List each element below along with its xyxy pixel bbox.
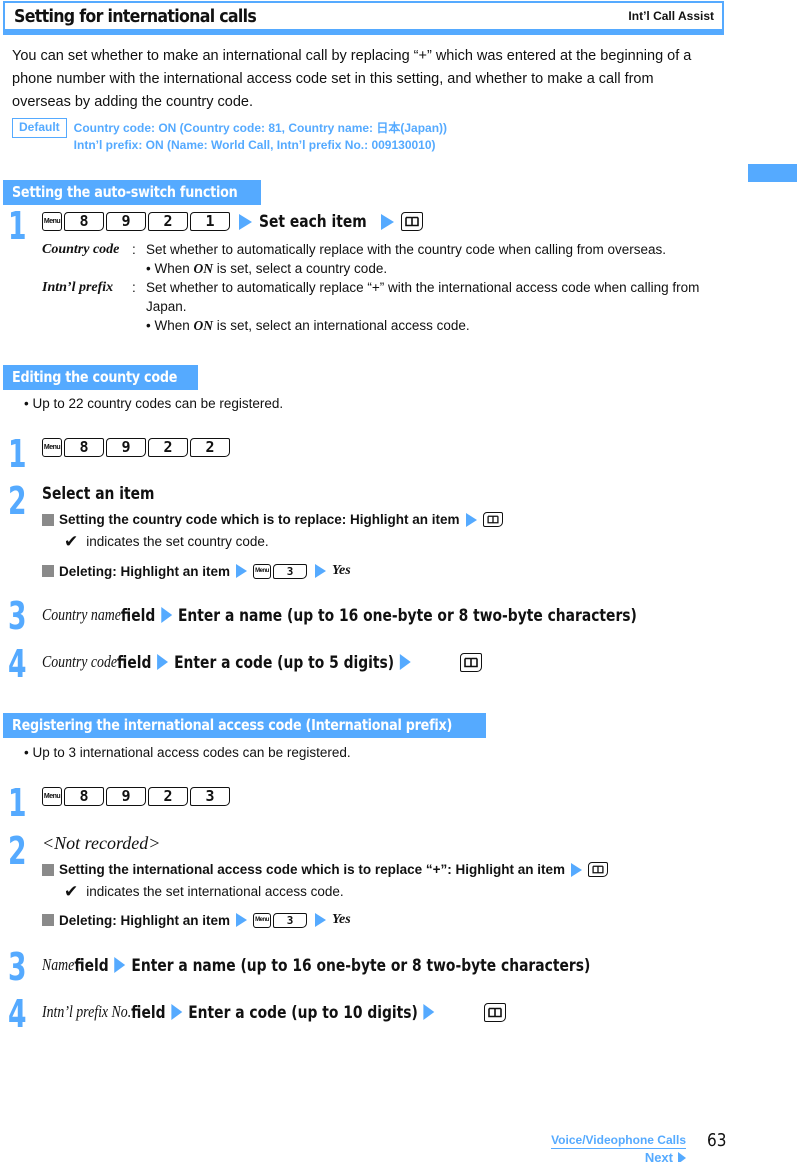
page-header: Setting for international calls Int’l Ca… (3, 1, 724, 35)
setting-item-country-code: Country code : Set whether to automatica… (42, 242, 667, 276)
step-action: Set each item (259, 212, 367, 231)
field-name: Intn’l prefix No. (42, 1002, 132, 1021)
square-bullet-icon (42, 513, 54, 526)
setting-items-list: Country code : Set whether to automatica… (42, 240, 726, 335)
square-bullet-icon (42, 863, 54, 876)
feature-name: Int’l Call Assist (628, 9, 714, 23)
step-number: 4 (8, 992, 27, 1036)
default-intl-prefix: Intn’l prefix: ON (Name: World Call, Int… (73, 138, 436, 152)
step-number: 3 (8, 945, 27, 989)
arrow-right-icon (570, 862, 582, 877)
key-2-icon: 2 (148, 787, 188, 806)
substep-set-country-code: Setting the country code which is to rep… (42, 512, 505, 527)
check-note: ✔ indicates the set country code. (64, 532, 269, 551)
next-page-link[interactable]: Next (645, 1150, 686, 1162)
checkmark-icon: ✔ (64, 882, 79, 901)
substep-delete: Deleting: Highlight an item Menu 3 Yes (42, 912, 351, 928)
book-key-icon (460, 652, 483, 672)
step-3: Country name field Enter a name (up to 16… (42, 605, 637, 625)
book-key-icon (587, 862, 608, 877)
book-key-icon (401, 212, 424, 231)
key-1-icon: 1 (190, 212, 230, 231)
step-number: 1 (8, 781, 27, 825)
step-1-keys: Menu 8 9 2 2 (42, 438, 232, 457)
arrow-right-icon (114, 957, 126, 973)
arrow-right-icon (171, 1004, 183, 1020)
step-4: Intn’l prefix No. field Enter a code (up … (42, 1002, 508, 1022)
key-9-icon: 9 (106, 787, 146, 806)
yes-option: Yes (332, 912, 351, 927)
step-number: 1 (8, 204, 27, 248)
key-2-icon: 2 (148, 212, 188, 231)
arrow-right-icon (239, 213, 252, 230)
menu-key-icon: Menu (253, 563, 271, 579)
key-2-icon: 2 (190, 438, 230, 457)
key-8-icon: 8 (64, 787, 104, 806)
step-title: Select an item (42, 484, 155, 503)
arrow-right-icon (315, 564, 326, 578)
key-3-icon: 3 (273, 563, 307, 579)
field-name: Country name (42, 605, 121, 624)
arrow-right-icon (161, 607, 173, 623)
arrow-right-icon (399, 654, 411, 670)
square-bullet-icon (42, 565, 54, 577)
arrow-right-icon (465, 512, 477, 527)
substep-delete: Deleting: Highlight an item Menu 3 Yes (42, 563, 351, 579)
step-4: Country code field Enter a code (up to 5 … (42, 652, 484, 672)
step-number: 2 (8, 829, 27, 873)
key-9-icon: 9 (106, 212, 146, 231)
check-note: ✔ indicates the set international access… (64, 882, 344, 901)
page-number: 63 (707, 1130, 727, 1151)
section-link[interactable]: Voice/Videophone Calls (551, 1133, 686, 1149)
arrow-right-icon (381, 213, 395, 230)
note: • Up to 22 country codes can be register… (24, 396, 284, 411)
step-number: 3 (8, 594, 27, 638)
setting-item-intl-prefix: Intn’l prefix : Set whether to automatic… (42, 280, 700, 333)
field-name: Country code (42, 652, 118, 671)
menu-key-icon: Menu (42, 438, 62, 457)
triangle-right-icon (678, 1151, 686, 1162)
arrow-right-icon (157, 654, 169, 670)
substep-set-intl-prefix: Setting the international access code wh… (42, 862, 610, 877)
step-1-keys: Menu 8 9 2 3 (42, 787, 232, 806)
step-number: 1 (8, 432, 27, 476)
arrow-right-icon (423, 1004, 435, 1020)
square-bullet-icon (42, 914, 54, 926)
step-3: Name field Enter a name (up to 16 one-byt… (42, 955, 591, 975)
key-9-icon: 9 (106, 438, 146, 457)
step-number: 2 (8, 479, 27, 523)
section-heading-register-intl-prefix: Registering the international access cod… (3, 713, 486, 738)
menu-key-icon: Menu (42, 212, 62, 231)
key-2-icon: 2 (148, 438, 188, 457)
step-number: 4 (8, 642, 27, 686)
chapter-index-tab[interactable] (748, 164, 797, 182)
default-badge: Default (12, 118, 67, 138)
key-3-icon: 3 (190, 787, 230, 806)
note: • Up to 3 international access codes can… (24, 745, 351, 760)
section-heading-edit-country-code: Editing the county code (3, 365, 198, 390)
step-title: <Not recorded> (42, 833, 161, 853)
page-title: Setting for international calls (14, 5, 257, 27)
checkmark-icon: ✔ (64, 532, 79, 551)
key-8-icon: 8 (64, 212, 104, 231)
key-3-icon: 3 (273, 912, 307, 928)
default-country-code: Country code: ON (Country code: 81, Coun… (73, 121, 448, 135)
menu-key-icon: Menu (42, 787, 62, 806)
arrow-right-icon (236, 913, 247, 927)
step-1-keys: Menu 8 9 2 1 Set each item (42, 212, 425, 231)
arrow-right-icon (315, 913, 326, 927)
book-key-icon (484, 1002, 507, 1022)
default-settings: Default Country code: ON (Country code: … (12, 118, 447, 154)
book-key-icon (482, 512, 503, 527)
section-heading-auto-switch: Setting the auto-switch function (3, 180, 261, 205)
arrow-right-icon (236, 564, 247, 578)
key-8-icon: 8 (64, 438, 104, 457)
intro-paragraph: You can set whether to make an internati… (12, 48, 692, 110)
field-name: Name (42, 955, 75, 974)
menu-key-icon: Menu (253, 912, 271, 928)
yes-option: Yes (332, 563, 351, 578)
